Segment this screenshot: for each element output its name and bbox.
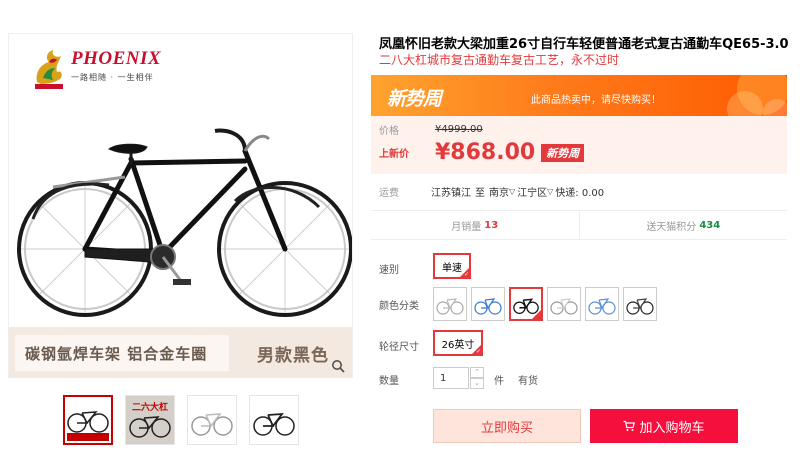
- bicycle-thumb-icon: [191, 413, 233, 436]
- product-subtitle: 二八大杠城市复古通勤车复古工艺，永不过时: [379, 53, 620, 67]
- bicycle-swatch-icon: [513, 298, 539, 314]
- bicycle-thumb-icon: [65, 397, 111, 441]
- color-swatch-2[interactable]: [471, 287, 505, 321]
- quantity-unit: 件: [494, 376, 504, 387]
- main-product-image[interactable]: PHOENIX 一路相随 · 一生相伴 碳钢氩焊车架 铝合金车圈 男款黑色: [8, 33, 353, 378]
- decrease-icon[interactable]: ⌄: [470, 378, 484, 389]
- points-label: 送天猫积分: [646, 221, 697, 233]
- points-value: 434: [699, 219, 721, 231]
- sales-stats: 月销量 13 送天猫积分 434: [371, 210, 787, 240]
- thumbnail-caption: 二六大杠: [131, 403, 168, 413]
- tmall-points: 送天猫积分 434: [578, 211, 788, 239]
- speed-option-single[interactable]: 单速: [433, 253, 471, 279]
- shipping-label: 运费: [379, 188, 399, 199]
- color-label: 颜色分类: [379, 301, 419, 312]
- quantity-stepper: ⌃ ⌄: [470, 367, 484, 389]
- new-price: ¥868.00: [435, 140, 536, 165]
- size-option-label: 26英寸: [441, 339, 475, 351]
- shipping-fee: 快递: 0.00: [555, 188, 605, 199]
- bicycle-swatch-icon: [626, 298, 654, 315]
- speed-option-label: 单速: [442, 262, 462, 274]
- thumbnail-strip: 二六大杠: [63, 395, 299, 445]
- product-title: 凤凰怀旧老款大梁加重26寸自行车轻便普通老式复古通勤车QE65-3.0: [379, 37, 789, 52]
- magnifier-icon: [332, 360, 345, 373]
- chevron-down-icon[interactable]: ▽: [547, 187, 553, 196]
- add-to-cart-button[interactable]: 加入购物车: [590, 409, 738, 443]
- size-option-26[interactable]: 26英寸: [433, 330, 483, 356]
- new-price-label: 上新价: [379, 149, 409, 160]
- size-label: 轮径尺寸: [379, 342, 419, 353]
- city-select[interactable]: 南京: [489, 184, 509, 199]
- flower-decoration-icon: [727, 75, 787, 121]
- zoom-button[interactable]: [326, 354, 350, 377]
- feature-banner: 碳钢氩焊车架 铝合金车圈 男款黑色: [9, 327, 352, 377]
- brand-logo-block: PHOENIX 一路相随 · 一生相伴: [31, 48, 161, 90]
- price-panel: 价格 ¥4999.00 上新价 ¥868.00 新势周: [371, 116, 787, 174]
- monthly-sales-value: 13: [484, 219, 499, 231]
- promo-banner: 新势周 此商品热卖中，请尽快购买！: [371, 75, 787, 121]
- quantity-label: 数量: [379, 376, 399, 387]
- brand-slogan: 一路相随 · 一生相伴: [71, 73, 154, 82]
- speed-label: 速别: [379, 265, 399, 276]
- color-swatch-3[interactable]: [509, 287, 543, 321]
- color-swatch-5[interactable]: [585, 287, 619, 321]
- buy-now-button[interactable]: 立即购买: [433, 409, 581, 443]
- promo-tag: 新势周: [541, 143, 585, 162]
- chevron-down-icon[interactable]: ▽: [509, 187, 515, 196]
- monthly-sales: 月销量 13: [371, 211, 579, 239]
- monthly-sales-label: 月销量: [451, 221, 482, 233]
- thumbnail-4[interactable]: [249, 395, 299, 445]
- brand-name: PHOENIX: [71, 48, 162, 69]
- promo-note: 此商品热卖中，请尽快购买！: [531, 95, 661, 106]
- shipping-row: 运费 江苏镇江 至 南京 ▽ 江宁区 ▽ 快递: 0.00: [379, 184, 608, 199]
- bicycle-thumb-icon: [253, 412, 295, 436]
- quantity-input[interactable]: [433, 367, 469, 389]
- bicycle-image: [17, 128, 352, 317]
- district-select[interactable]: 江宁区: [517, 184, 547, 199]
- phoenix-logo-icon: [35, 50, 63, 89]
- thumbnail-1[interactable]: [63, 395, 113, 445]
- add-to-cart-label: 加入购物车: [639, 420, 705, 436]
- increase-icon[interactable]: ⌃: [470, 367, 484, 378]
- shipping-origin: 江苏镇江: [431, 188, 471, 199]
- product-detail-page: PHOENIX 一路相随 · 一生相伴 碳钢氩焊车架 铝合金车圈 男款黑色 二六…: [0, 0, 800, 466]
- bicycle-swatch-icon: [474, 298, 502, 315]
- color-swatch-1[interactable]: [433, 287, 467, 321]
- original-price: ¥4999.00: [435, 124, 483, 135]
- stock-status: 有货: [518, 376, 538, 387]
- promo-title: 新势周: [387, 88, 442, 110]
- bicycle-swatch-icon: [436, 298, 464, 315]
- cart-icon: [623, 420, 636, 431]
- color-swatch-4[interactable]: [547, 287, 581, 321]
- thumbnail-2[interactable]: 二六大杠: [125, 395, 175, 445]
- original-price-label: 价格: [379, 126, 399, 137]
- shipping-to-word: 至: [475, 188, 485, 199]
- bicycle-swatch-icon: [588, 298, 616, 315]
- thumbnail-3[interactable]: [187, 395, 237, 445]
- color-swatch-6[interactable]: [623, 287, 657, 321]
- feature-frame-text: 碳钢氩焊车架 铝合金车圈: [15, 335, 229, 371]
- bicycle-swatch-icon: [550, 298, 578, 315]
